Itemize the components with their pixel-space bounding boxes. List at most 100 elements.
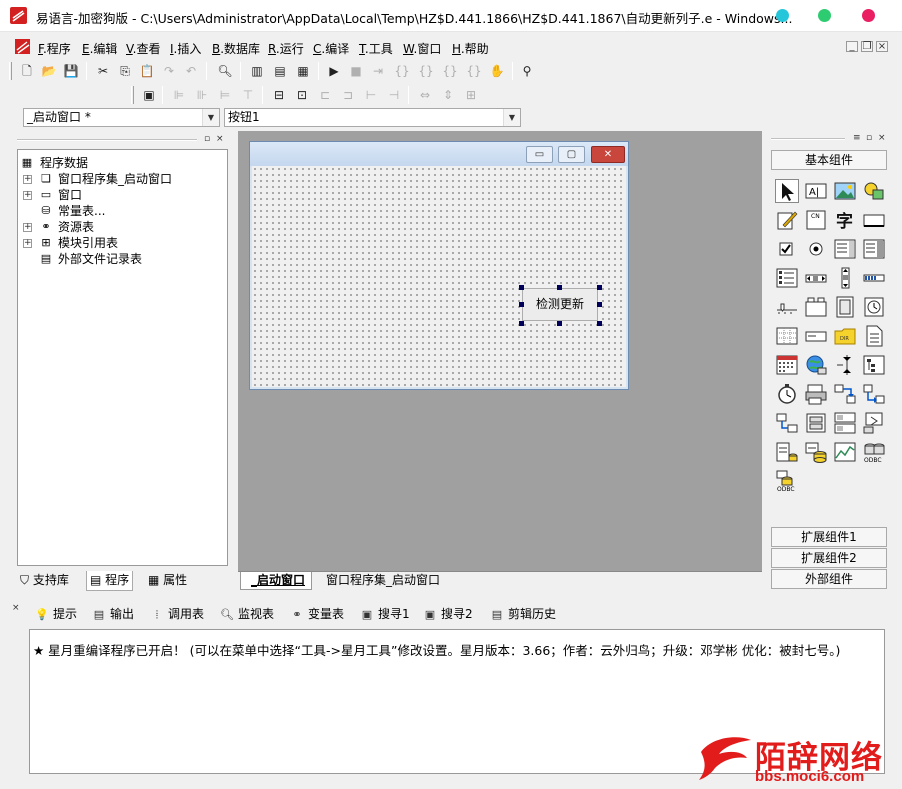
center-h-icon[interactable]: ⊟ — [270, 86, 288, 104]
step-d-icon[interactable]: {} — [441, 62, 459, 80]
find-icon[interactable]: 🔍︎ — [216, 62, 234, 80]
save-icon[interactable]: 💾 — [62, 62, 80, 80]
mdi-restore-button[interactable]: ❐ — [861, 41, 873, 52]
layout-b-icon[interactable]: ▤ — [271, 62, 289, 80]
resize-handle[interactable] — [597, 285, 602, 290]
undo-icon[interactable]: ↶ — [182, 62, 200, 80]
tab-window-assembly[interactable]: 窗口程序集_启动窗口 — [322, 572, 446, 590]
scrollbar-h-icon[interactable] — [804, 266, 828, 290]
basic-components-header[interactable]: 基本组件 — [771, 150, 887, 170]
paste-icon[interactable]: 📋 — [138, 62, 156, 80]
tab-output[interactable]: ▤ 输出 — [92, 605, 134, 622]
new-file-icon[interactable]: 🗋 — [18, 62, 36, 80]
calendar-icon[interactable] — [775, 353, 799, 377]
step-e-icon[interactable]: {} — [465, 62, 483, 80]
scrollbar-v-icon[interactable] — [833, 266, 857, 290]
folder-dir-icon[interactable]: DIR — [833, 324, 857, 348]
minimize-button[interactable] — [776, 9, 789, 22]
panel-close-icon[interactable]: × — [12, 603, 20, 613]
menu-compile[interactable]: C.编译 — [313, 40, 349, 57]
chevron-down-icon[interactable]: ▼ — [503, 109, 520, 126]
distribute-v-icon[interactable]: ⊣ — [385, 86, 403, 104]
tab-startup-window[interactable]: _启动窗口 — [240, 572, 313, 590]
mdi-close-button[interactable]: × — [876, 41, 888, 52]
resize-handle[interactable] — [519, 302, 524, 307]
tab-support-library[interactable]: ⛉ 支持库 — [17, 571, 72, 591]
menu-database[interactable]: B.数据库 — [212, 40, 260, 57]
label-icon[interactable]: A| — [804, 179, 828, 203]
same-width-icon[interactable]: ⇔ — [416, 86, 434, 104]
expand-icon[interactable]: + — [23, 239, 32, 248]
align-center-icon[interactable]: ⊪ — [193, 86, 211, 104]
file-list-icon[interactable] — [862, 324, 886, 348]
client-icon[interactable] — [775, 411, 799, 435]
slider-icon[interactable] — [775, 295, 799, 319]
transfer-icon[interactable] — [833, 382, 857, 406]
step-b-icon[interactable]: {} — [393, 62, 411, 80]
resize-handle[interactable] — [597, 302, 602, 307]
button-icon[interactable] — [862, 208, 886, 232]
radio-icon[interactable] — [804, 237, 828, 261]
align-left-icon[interactable]: ⊫ — [170, 86, 188, 104]
menu-help[interactable]: H.帮助 — [452, 40, 489, 57]
menu-run[interactable]: R.运行 — [268, 40, 304, 57]
layout-c-icon[interactable]: ▦ — [294, 62, 312, 80]
align-top-icon[interactable]: ⊤ — [239, 86, 257, 104]
tab-search2[interactable]: ▣ 搜寻2 — [423, 605, 473, 622]
odbc-db-icon[interactable]: ODBC — [775, 469, 799, 493]
redo-icon[interactable]: ↷ — [160, 62, 178, 80]
resize-handle[interactable] — [557, 321, 562, 326]
expand-icon[interactable]: + — [23, 223, 32, 232]
tab-hint[interactable]: 💡 提示 — [35, 605, 77, 622]
pointer-icon[interactable] — [775, 179, 799, 203]
maximize-button[interactable] — [818, 9, 831, 22]
menu-tools[interactable]: T.工具 — [359, 40, 393, 57]
timer-icon[interactable] — [775, 382, 799, 406]
progress-icon[interactable] — [862, 266, 886, 290]
menu-window[interactable]: W.窗口 — [403, 40, 441, 57]
edit-icon[interactable] — [775, 208, 799, 232]
tab-control-icon[interactable] — [862, 411, 886, 435]
align-right-icon[interactable]: ⊨ — [216, 86, 234, 104]
panel-close-icon[interactable]: × — [216, 134, 224, 144]
listbox-icon[interactable] — [862, 237, 886, 261]
menu-insert[interactable]: I.插入 — [170, 40, 201, 57]
tab-watch[interactable]: 🔍︎ 监视表 — [220, 605, 274, 622]
expand-icon[interactable]: + — [23, 191, 32, 200]
checkbox-icon[interactable] — [775, 237, 799, 261]
external-components-button[interactable]: 外部组件 — [771, 569, 887, 589]
copy-icon[interactable]: ⎘ — [116, 62, 134, 80]
menu-edit[interactable]: E.编辑 — [82, 40, 117, 57]
tab-search1[interactable]: ▣ 搜寻1 — [360, 605, 410, 622]
ext-components-1-button[interactable]: 扩展组件1 — [771, 527, 887, 547]
same-height-icon[interactable]: ⇕ — [439, 86, 457, 104]
panel-pin-icon[interactable]: ▫ — [866, 133, 872, 143]
space-v-icon[interactable]: ⊐ — [339, 86, 357, 104]
binoculars-icon[interactable]: ⚲ — [518, 62, 536, 80]
panel-pin-icon[interactable]: ▫ — [204, 134, 210, 144]
component-selector[interactable]: 按钮1 ▼ — [224, 108, 521, 127]
menu-program[interactable]: F.程序 — [38, 40, 71, 57]
form-window[interactable]: ▭ ▢ ✕ 检测更新 — [249, 141, 629, 390]
same-size-icon[interactable]: ⊞ — [462, 86, 480, 104]
db-icon[interactable] — [804, 440, 828, 464]
clock-icon[interactable] — [862, 295, 886, 319]
spinner-icon[interactable] — [833, 353, 857, 377]
window-selector[interactable]: _启动窗口 * ▼ — [23, 108, 220, 127]
panel-menu-icon[interactable]: ≡ — [853, 133, 861, 143]
combobox-icon[interactable] — [833, 237, 857, 261]
picture-box-icon[interactable] — [833, 179, 857, 203]
open-file-icon[interactable]: 📂 — [40, 62, 58, 80]
center-v-icon[interactable]: ⊡ — [293, 86, 311, 104]
hand-icon[interactable]: ✋ — [488, 62, 506, 80]
distribute-h-icon[interactable]: ⊢ — [362, 86, 380, 104]
panel-icon[interactable] — [833, 411, 857, 435]
layout-a-icon[interactable]: ▥ — [248, 62, 266, 80]
form-canvas[interactable]: 检测更新 — [252, 166, 626, 387]
statusbar-icon[interactable] — [804, 324, 828, 348]
server-icon[interactable] — [804, 411, 828, 435]
multi-listbox-icon[interactable] — [775, 266, 799, 290]
text-char-icon[interactable]: 字 — [833, 208, 857, 232]
tab-variables[interactable]: ⚭ 变量表 — [290, 605, 344, 622]
mdi-minimize-button[interactable]: _ — [846, 41, 858, 52]
